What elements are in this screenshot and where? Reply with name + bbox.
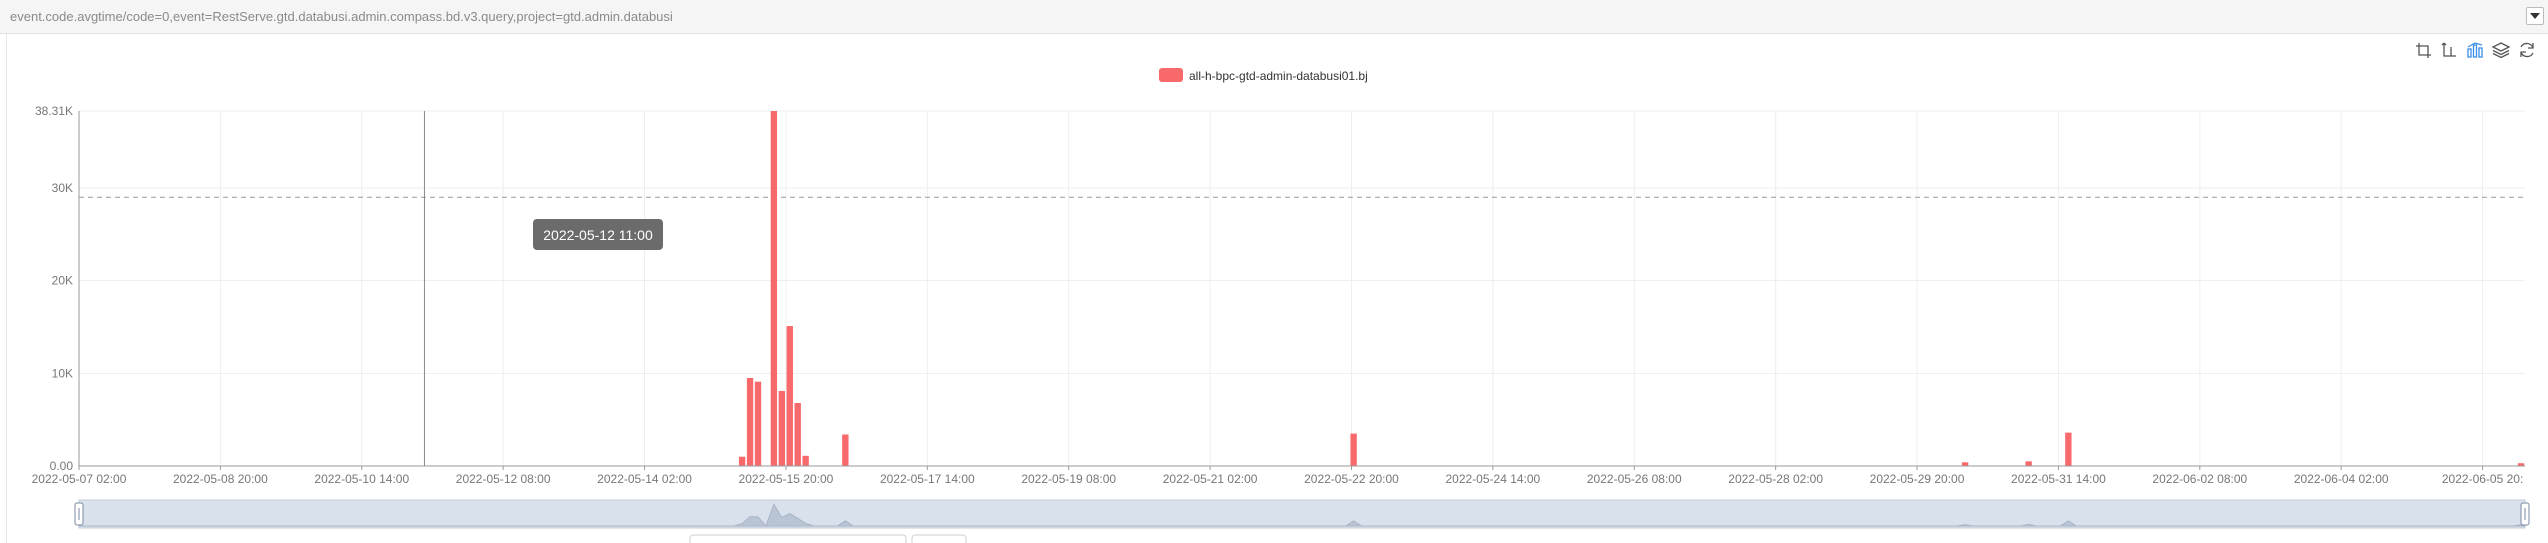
x-tick-label: 2022-05-28 02:00: [1728, 472, 1823, 486]
bar[interactable]: [794, 402, 801, 466]
bar[interactable]: [770, 111, 778, 466]
x-tick-label: 2022-05-10 14:00: [314, 472, 409, 486]
bar[interactable]: [746, 377, 754, 466]
x-tick-label: 2022-05-12 08:00: [456, 472, 551, 486]
x-tick-label: 2022-05-15 20:00: [739, 472, 834, 486]
x-tick-label: 2022-06-04 02:00: [2294, 472, 2389, 486]
bar[interactable]: [802, 455, 809, 466]
y-axis-tick-labels: 0.00 10K 20K 30K 38.31K: [35, 104, 73, 473]
bar[interactable]: [842, 434, 849, 466]
bar[interactable]: [1961, 462, 1969, 466]
axes: [78, 111, 2525, 467]
grid-lines: [78, 110, 2525, 467]
tooltip-text: 2022-05-12 11:00: [543, 227, 653, 243]
bar-chart[interactable]: 0.0010K20K30K38.31K 2022-05-07 02:00 2022…: [0, 0, 2548, 543]
bar[interactable]: [738, 456, 746, 466]
x-tick-label: 2022-05-21 02:00: [1163, 472, 1258, 486]
y-tick-label: 30K: [52, 181, 73, 195]
tooltip: 2022-05-12 11:00: [533, 219, 663, 250]
y-tick-label: 0.00: [50, 459, 74, 473]
legend-swatch[interactable]: [1159, 68, 1183, 82]
bar[interactable]: [754, 381, 762, 466]
x-tick-label: 2022-05-29 20:00: [1870, 472, 1965, 486]
x-tick-label: 2022-05-14 02:00: [597, 472, 692, 486]
data-zoom-track[interactable]: [78, 499, 2526, 529]
bar[interactable]: [786, 326, 793, 466]
bar[interactable]: [2065, 432, 2072, 466]
x-axis-tick-labels: 2022-05-07 02:00 2022-05-08 20:00 2022-05-…: [32, 466, 2523, 486]
bottom-button[interactable]: [911, 534, 967, 543]
x-tick-label: 2022-06-02 08:00: [2152, 472, 2247, 486]
bar[interactable]: [2025, 461, 2032, 466]
x-tick-label: 2022-05-17 14:00: [880, 472, 975, 486]
x-tick-label: 2022-05-19 08:00: [1021, 472, 1116, 486]
bottom-controls[interactable]: [689, 534, 967, 543]
data-zoom-slider[interactable]: [74, 499, 2530, 529]
legend[interactable]: all-h-bpc-gtd-admin-databusi01.bj: [1159, 68, 1368, 83]
x-tick-label: 2022-05-22 20:00: [1304, 472, 1399, 486]
x-tick-label: 2022-05-24 14:00: [1445, 472, 1540, 486]
data-zoom-left-handle[interactable]: [74, 502, 84, 526]
bar-series[interactable]: [738, 111, 2525, 466]
y-tick-label: 20K: [52, 274, 73, 288]
data-zoom-right-handle[interactable]: [2520, 502, 2530, 526]
x-tick-label: 2022-05-31 14:00: [2011, 472, 2106, 486]
legend-label[interactable]: all-h-bpc-gtd-admin-databusi01.bj: [1189, 69, 1368, 83]
x-tick-label: 2022-05-07 02:00: [32, 472, 127, 486]
bottom-select[interactable]: [689, 534, 907, 543]
bar[interactable]: [778, 390, 786, 466]
x-tick-label: 2022-06-05 20:: [2442, 472, 2523, 486]
bar[interactable]: [1350, 433, 1357, 466]
x-tick-label: 2022-05-26 08:00: [1587, 472, 1682, 486]
y-tick-label: 38.31K: [35, 104, 73, 118]
y-tick-label: 10K: [52, 366, 73, 380]
x-tick-label: 2022-05-08 20:00: [173, 472, 268, 486]
